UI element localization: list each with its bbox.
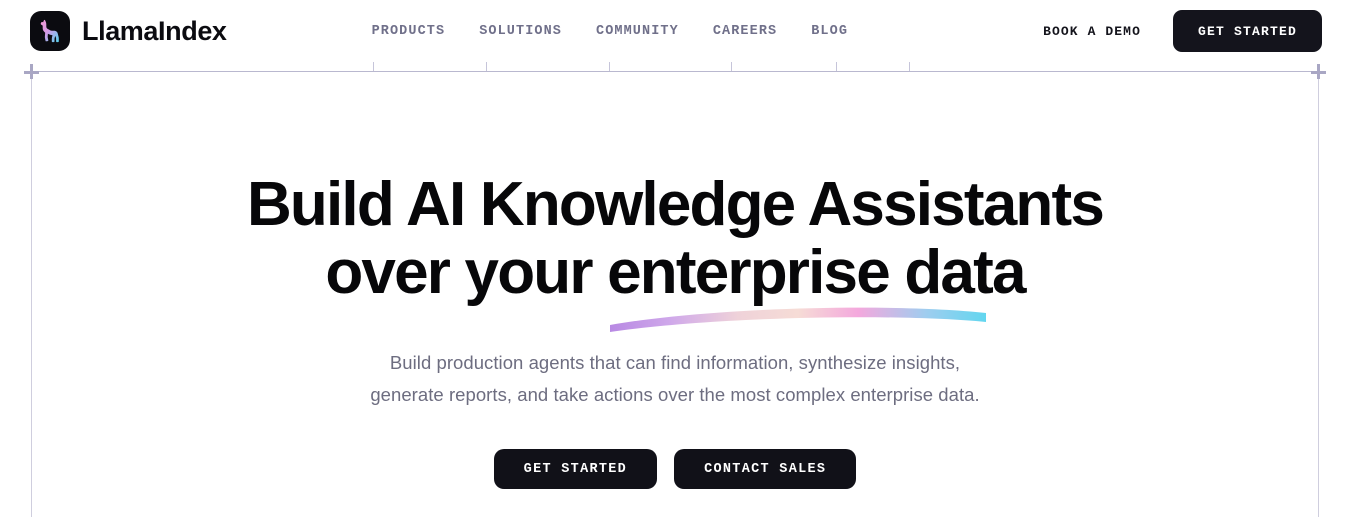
headline-line-2: over your enterprise data — [325, 238, 1026, 307]
page-title: Build AI Knowledge Assistants over your … — [32, 171, 1318, 307]
llama-logo-icon — [30, 11, 70, 51]
primary-nav: PRODUCTS SOLUTIONS COMMUNITY CAREERS BLO… — [372, 24, 848, 39]
nav-item-careers[interactable]: CAREERS — [713, 24, 777, 39]
headline-line-1: Build AI Knowledge Assistants — [246, 170, 1105, 239]
hero-get-started-button[interactable]: GET STARTED — [493, 449, 658, 489]
nav-actions: BOOK A DEMO GET STARTED — [1043, 10, 1322, 52]
book-a-demo-link[interactable]: BOOK A DEMO — [1043, 24, 1141, 39]
nav-item-community[interactable]: COMMUNITY — [596, 24, 679, 39]
subtitle-line-2: generate reports, and take actions over … — [370, 384, 980, 405]
hero-cta-row: GET STARTED CONTACT SALES — [32, 449, 1318, 489]
nav-item-solutions[interactable]: SOLUTIONS — [479, 24, 562, 39]
nav-item-blog[interactable]: BLOG — [811, 24, 848, 39]
nav-get-started-button[interactable]: GET STARTED — [1172, 10, 1322, 52]
brand-home-link[interactable]: LlamaIndex — [30, 11, 227, 51]
landing-page: LlamaIndex PRODUCTS SOLUTIONS COMMUNITY … — [0, 0, 1348, 517]
nav-item-products[interactable]: PRODUCTS — [372, 24, 446, 39]
brand-wordmark: LlamaIndex — [82, 15, 227, 46]
hero-contact-sales-button[interactable]: CONTACT SALES — [674, 449, 857, 489]
right-guide-line — [1318, 71, 1319, 517]
subtitle-line-1: Build production agents that can find in… — [389, 352, 961, 373]
top-navigation-bar: LlamaIndex PRODUCTS SOLUTIONS COMMUNITY … — [0, 0, 1348, 62]
hero-section: Build AI Knowledge Assistants over your … — [32, 71, 1318, 517]
hero-subtitle: Build production agents that can find in… — [32, 347, 1318, 411]
